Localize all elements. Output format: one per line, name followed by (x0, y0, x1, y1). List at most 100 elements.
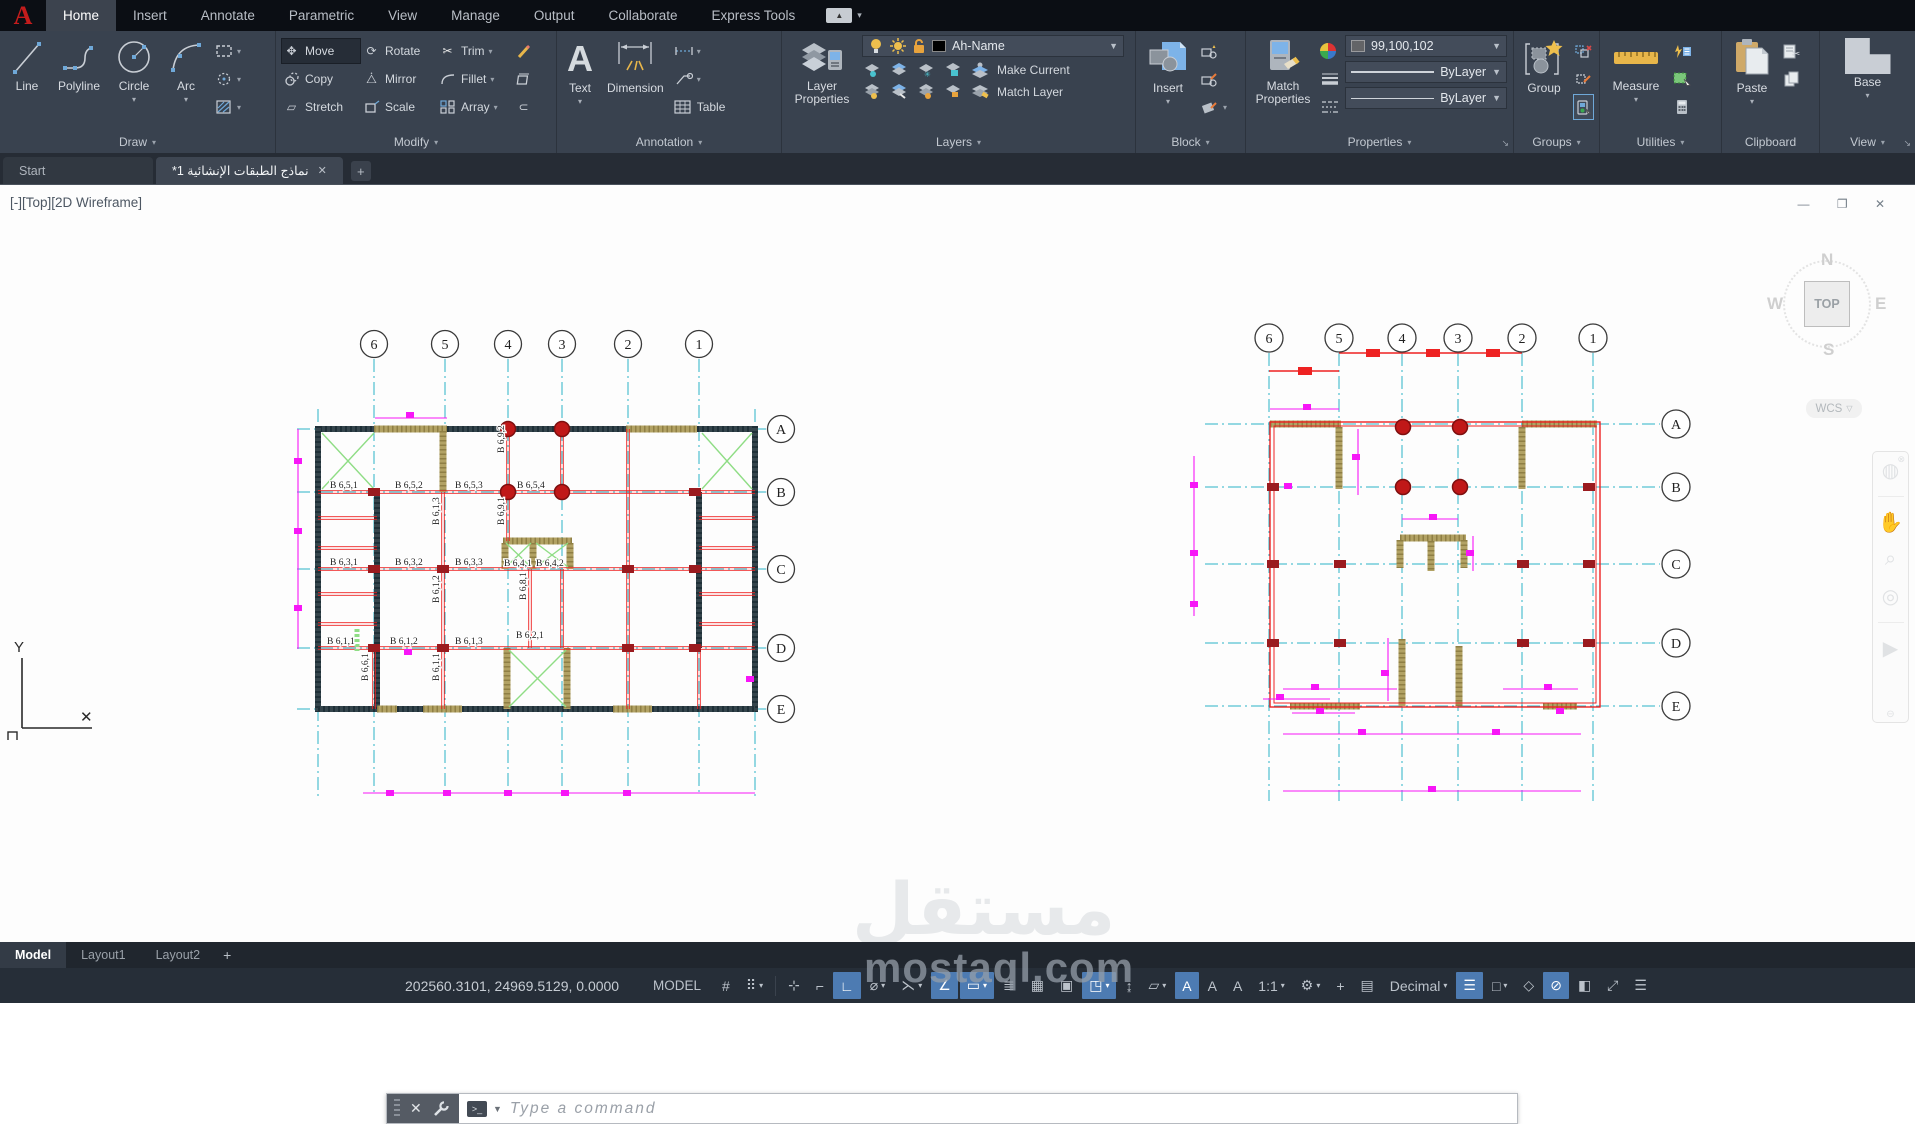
layout-tab-layout2[interactable]: Layout2 (141, 942, 215, 968)
quick-select-button[interactable] (1672, 39, 1691, 63)
layer-unlock2-icon[interactable] (943, 83, 962, 101)
dimension-button[interactable]: Dimension (603, 35, 668, 98)
command-prompt[interactable]: >_ ▼ (459, 1094, 510, 1123)
menu-tab-insert[interactable]: Insert (116, 0, 184, 31)
layer-prev-icon[interactable] (916, 83, 935, 101)
layer-color-swatch[interactable] (932, 40, 946, 52)
stretch-button[interactable]: ▱ Stretch (282, 95, 360, 119)
command-close-icon[interactable]: ✕ (410, 1100, 422, 1117)
menu-tab-manage[interactable]: Manage (434, 0, 517, 31)
paste-dropdown-icon[interactable]: ▾ (1750, 97, 1754, 106)
viewcube-north[interactable]: N (1821, 250, 1833, 270)
view-dialog-launcher-icon[interactable]: ↘ (1903, 138, 1911, 149)
panel-label-clipboard[interactable]: Clipboard (1722, 131, 1819, 153)
define-attributes-button[interactable]: ▾ (1200, 95, 1227, 119)
circle-dropdown-icon[interactable]: ▾ (132, 95, 136, 104)
navigation-bar[interactable]: ⊗ ◍ ✋ ⌕ ◎ ▶ ⊖ (1872, 451, 1909, 723)
status-clean-screen-button[interactable]: ⤢ (1600, 972, 1625, 999)
layer-unlock-icon[interactable] (912, 38, 926, 54)
leader-button[interactable]: ▾ (674, 67, 726, 91)
status-lock-ui-button[interactable]: □ ▾ (1485, 972, 1514, 999)
status-annotation-monitor-button[interactable]: + (1329, 972, 1351, 999)
command-input[interactable]: Type a command (510, 1094, 657, 1123)
recent-commands-dropdown-icon[interactable]: ▼ (493, 1104, 502, 1114)
linetype-dropdown[interactable]: ByLayer ▼ (1345, 87, 1507, 109)
polyline-button[interactable]: Polyline (54, 35, 104, 96)
layer-lock-icon[interactable] (943, 61, 962, 79)
menu-tab-output[interactable]: Output (517, 0, 592, 31)
command-settings-wrench-icon[interactable] (432, 1100, 450, 1118)
group-selection-toggle[interactable] (1573, 94, 1594, 120)
status-hardware-acceleration-button[interactable]: ◧ (1571, 972, 1598, 999)
ellipse-button[interactable]: ▾ (214, 67, 241, 91)
viewcube-top-face[interactable]: TOP (1804, 281, 1850, 327)
rectangle-button[interactable]: ▾ (214, 39, 241, 63)
navbar-close-icon[interactable]: ⊗ (1897, 454, 1905, 465)
hatch-button[interactable]: ▾ (214, 95, 241, 119)
panel-label-utilities[interactable]: Utilities ▾ (1600, 131, 1721, 153)
drawing-window-controls[interactable]: — ❐ ✕ (1798, 197, 1897, 211)
base-dropdown-icon[interactable]: ▾ (1865, 91, 1869, 100)
measure-dropdown-icon[interactable]: ▾ (1634, 95, 1638, 104)
layer-thaw-sun-icon[interactable] (890, 38, 906, 54)
panel-label-modify[interactable]: Modify ▾ (276, 131, 556, 153)
layer-on-bulb-icon[interactable] (868, 38, 884, 54)
viewcube-south[interactable]: S (1823, 340, 1834, 360)
drawing-canvas[interactable]: [-][Top][2D Wireframe] — ❐ ✕ B 6,5,1 B 6,… (0, 184, 1915, 1124)
panel-label-block[interactable]: Block ▾ (1136, 131, 1245, 153)
rotate-button[interactable]: ⟳ Rotate (362, 39, 436, 63)
table-button[interactable]: Table (674, 95, 725, 119)
edit-block-button[interactable] (1200, 67, 1227, 91)
model-space-button[interactable]: MODEL (641, 972, 713, 999)
file-tab-close-icon[interactable]: ✕ (318, 164, 327, 177)
base-button[interactable]: Base ▾ (1841, 35, 1895, 103)
group-button[interactable]: Group (1520, 35, 1568, 98)
paste-button[interactable]: Paste ▾ (1728, 35, 1776, 109)
erase-button[interactable] (514, 39, 542, 63)
status-units-icon-button[interactable]: ▤ (1354, 972, 1381, 999)
array-button[interactable]: Array ▾ (438, 95, 512, 119)
measure-button[interactable]: Measure ▾ (1606, 35, 1666, 107)
layer-off-icon[interactable] (862, 61, 881, 79)
viewcube[interactable]: N W E S TOP (1767, 250, 1886, 359)
layout-tab-layout1[interactable]: Layout1 (66, 942, 140, 968)
create-block-button[interactable] (1200, 39, 1227, 63)
status-isolate-objects-button[interactable]: ◇ (1516, 972, 1541, 999)
layer-dropdown-arrow-icon[interactable]: ▼ (1109, 41, 1118, 51)
color-wheel-button[interactable] (1320, 39, 1339, 63)
circle-button[interactable]: Circle ▾ (110, 35, 158, 107)
command-bar-grip[interactable]: ✕ (387, 1094, 459, 1123)
layer-dropdown[interactable]: Ah-Name ▼ (862, 35, 1124, 57)
menu-tab-express-tools[interactable]: Express Tools (695, 0, 813, 31)
insert-button[interactable]: Insert ▾ (1142, 35, 1194, 109)
match-layer-button[interactable]: Match Layer (997, 85, 1063, 99)
line-button[interactable]: Line (6, 35, 48, 96)
text-dropdown-icon[interactable]: ▾ (578, 97, 582, 106)
status-annotation-scale-button[interactable]: 1:1 ▾ (1251, 972, 1291, 999)
zoom-tool-icon[interactable]: ⌕ (1885, 548, 1896, 571)
new-layout-button[interactable]: + (223, 947, 231, 963)
layer-freeze-icon[interactable]: ✳ (916, 61, 935, 79)
status-units-button[interactable]: Decimal ▾ (1383, 972, 1455, 999)
viewcube-west[interactable]: W (1767, 294, 1783, 314)
panel-label-properties[interactable]: Properties ▾ ↘ (1246, 131, 1513, 153)
wcs-menu[interactable]: WCS ▽ (1806, 399, 1862, 418)
status-ortho-mode-button[interactable]: ∟ (833, 972, 861, 999)
panel-label-groups[interactable]: Groups ▾ (1514, 131, 1599, 153)
viewport-controls[interactable]: [-][Top][2D Wireframe] (10, 195, 142, 210)
panel-label-draw[interactable]: Draw ▾ (0, 131, 275, 153)
match-properties-button[interactable]: Match Properties (1252, 35, 1314, 109)
linetype-button[interactable] (1320, 95, 1339, 119)
autocad-logo-icon[interactable]: A (0, 0, 46, 31)
orbit-tool-icon[interactable]: ◎ (1882, 584, 1899, 609)
layer-isolate-icon[interactable] (889, 61, 908, 79)
file-tab-document[interactable]: *نماذج الطبقات الإنشائية 1 ✕ (156, 157, 343, 184)
menu-tab-view[interactable]: View (371, 0, 434, 31)
showmotion-icon[interactable]: ▶ (1883, 636, 1898, 661)
command-line-bar[interactable]: ✕ >_ ▼ Type a command (386, 1093, 1518, 1124)
properties-dialog-launcher-icon[interactable]: ↘ (1501, 138, 1509, 149)
file-tab-start[interactable]: Start (3, 157, 153, 184)
ungroup-button[interactable] (1574, 39, 1593, 63)
menu-tab-home[interactable]: Home (46, 0, 117, 31)
object-color-dropdown[interactable]: 99,100,102 ▼ (1345, 35, 1507, 57)
